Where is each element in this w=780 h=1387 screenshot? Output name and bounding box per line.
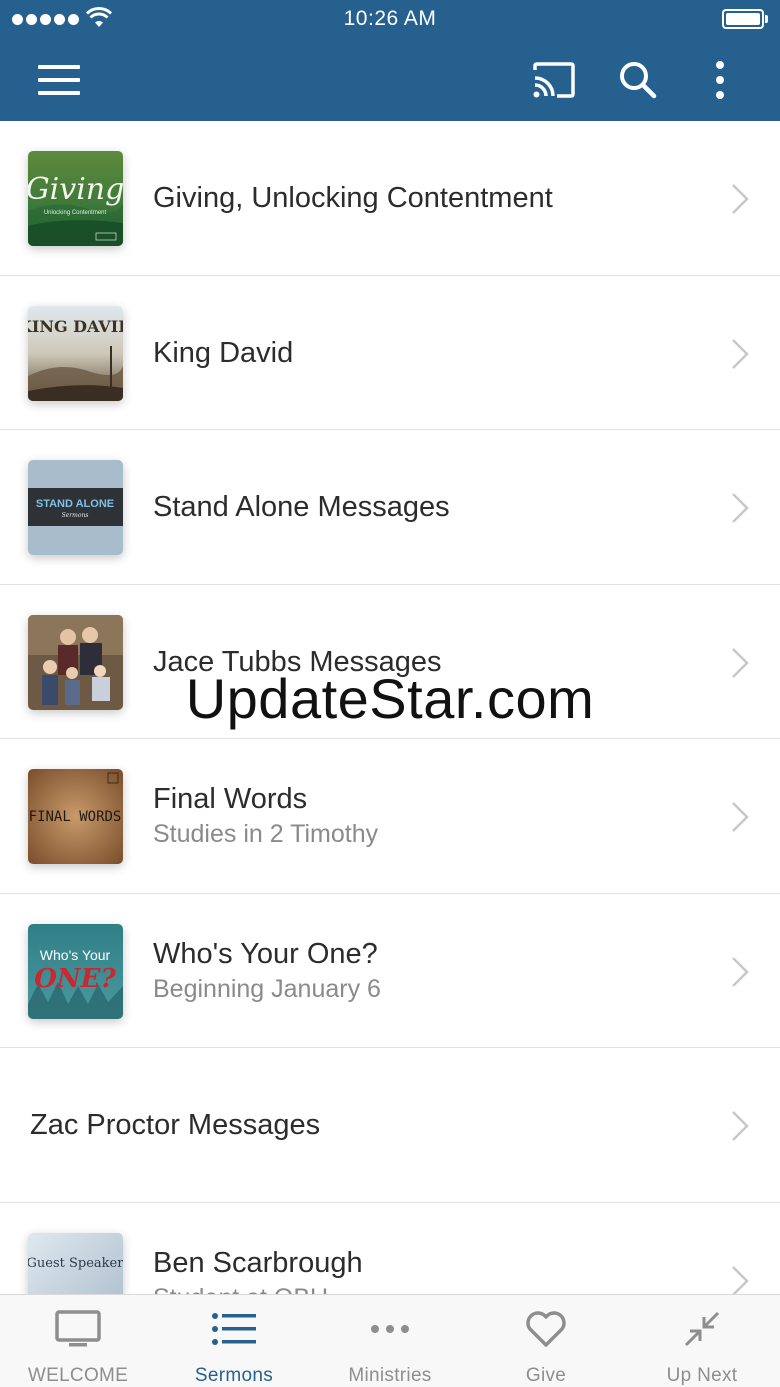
chevron-right-icon	[732, 1111, 749, 1141]
svg-text:FINAL WORDS: FINAL WORDS	[29, 809, 122, 825]
collapse-icon	[684, 1311, 720, 1347]
tab-label: WELCOME	[27, 1365, 129, 1386]
series-artwork-photo	[28, 614, 123, 710]
series-row-jace-tubbs[interactable]: Jace Tubbs Messages	[0, 584, 780, 739]
chevron-right-icon	[732, 493, 749, 523]
svg-text:Unlocking Contentment: Unlocking Contentment	[44, 210, 107, 216]
series-row-giving[interactable]: Giving Unlocking Contentment Giving, Unl…	[0, 121, 780, 276]
heart-icon	[526, 1311, 566, 1347]
tab-label: Give	[525, 1365, 567, 1386]
battery-icon	[722, 9, 768, 29]
series-title: Stand Alone Messages	[153, 491, 450, 523]
series-artwork: STAND ALONE Sermons	[28, 460, 123, 555]
tab-label: Up Next	[666, 1365, 738, 1386]
series-subtitle: Student at OBU	[153, 1281, 710, 1295]
tab-ministries[interactable]: Ministries	[312, 1295, 468, 1387]
series-artwork: KING DAVID	[28, 305, 123, 401]
hamburger-icon	[38, 65, 80, 95]
series-subtitle: Studies in 2 Timothy	[153, 820, 379, 848]
svg-text:ONE?: ONE?	[34, 964, 116, 994]
chevron-right-icon	[732, 1265, 749, 1294]
app-header: 10:26 AM	[0, 0, 780, 121]
series-row-king-david[interactable]: KING DAVID King David	[0, 275, 780, 430]
chevron-right-icon	[732, 647, 749, 678]
series-title: Jace Tubbs Messages	[153, 645, 442, 678]
svg-text:STAND ALONE: STAND ALONE	[36, 498, 114, 510]
list-icon	[212, 1313, 256, 1345]
series-row-zac-proctor[interactable]: Zac Proctor Messages	[0, 1048, 780, 1203]
tv-icon	[55, 1310, 101, 1347]
more-vertical-icon	[716, 61, 724, 99]
svg-text:Who's Your: Who's Your	[40, 947, 111, 963]
series-title: Giving, Unlocking Contentment	[153, 182, 553, 214]
tab-sermons[interactable]: Sermons	[156, 1295, 312, 1387]
svg-text:KING DAVID: KING DAVID	[28, 317, 123, 336]
sermon-series-list: Giving Unlocking Contentment Giving, Unl…	[0, 121, 780, 1294]
chevron-right-icon	[732, 956, 749, 987]
series-title: Final Words	[153, 783, 308, 815]
svg-text:Giving: Giving	[28, 172, 123, 207]
tab-label: Sermons	[194, 1365, 274, 1386]
chevron-right-icon	[732, 338, 749, 369]
series-row-whos-your-one[interactable]: Who's Your ONE? Who's Your One? Beginnin…	[0, 893, 780, 1048]
cast-icon	[533, 62, 575, 98]
series-title: Zac Proctor Messages	[30, 1109, 321, 1141]
status-time: 10:26 AM	[343, 7, 437, 30]
status-bar: 10:26 AM	[0, 0, 780, 40]
chevron-right-icon	[732, 184, 749, 214]
series-artwork: Who's Your ONE?	[28, 923, 123, 1019]
chevron-right-icon	[732, 802, 749, 832]
tab-up-next[interactable]: Up Next	[624, 1295, 780, 1387]
series-artwork: Giving Unlocking Contentment	[28, 151, 123, 246]
series-title: Who's Your One?	[153, 937, 378, 970]
menu-button[interactable]	[31, 52, 87, 108]
tab-give[interactable]: Give	[468, 1295, 624, 1387]
series-subtitle: Beginning January 6	[153, 974, 381, 1003]
series-title: King David	[153, 336, 294, 369]
dots-icon	[371, 1325, 409, 1333]
more-options-button[interactable]	[692, 52, 748, 108]
svg-text:Sermons: Sermons	[62, 512, 89, 519]
svg-text:Guest Speaker: Guest Speaker	[28, 1256, 123, 1271]
series-row-ben-scarbrough[interactable]: Guest Speaker Ben Scarbrough Student at …	[0, 1202, 780, 1295]
series-artwork: Guest Speaker	[28, 1232, 123, 1294]
search-button[interactable]	[610, 52, 666, 108]
cast-button[interactable]	[526, 52, 582, 108]
series-title: Ben Scarbrough	[153, 1246, 363, 1279]
series-row-stand-alone[interactable]: STAND ALONE Sermons Stand Alone Messages	[0, 430, 780, 585]
tab-label: Ministries	[348, 1365, 432, 1386]
search-icon	[620, 62, 657, 99]
series-row-final-words[interactable]: FINAL WORDS Final Words Studies in 2 Tim…	[0, 739, 780, 894]
tab-welcome[interactable]: WELCOME	[0, 1295, 156, 1387]
tab-bar: WELCOME Sermons Ministries Give Up Next	[0, 1294, 780, 1387]
series-artwork: FINAL WORDS	[28, 769, 123, 864]
